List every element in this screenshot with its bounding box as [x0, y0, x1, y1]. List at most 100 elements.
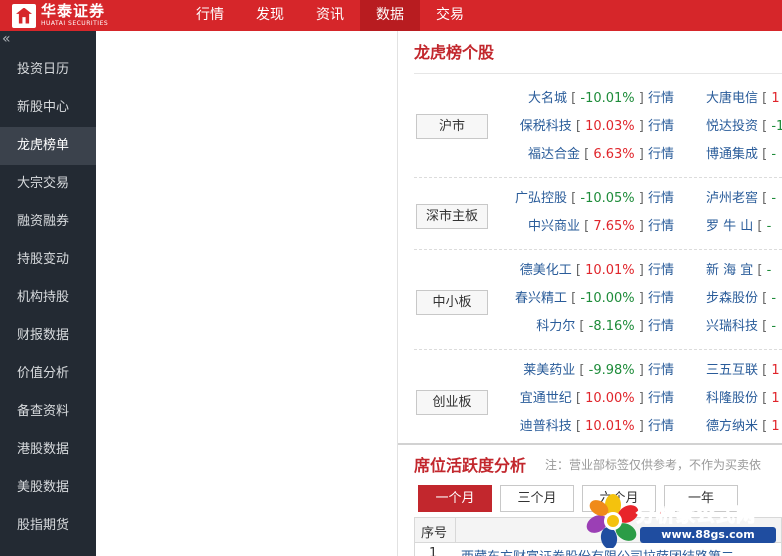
- stock-name[interactable]: 新 海 宜: [706, 263, 753, 278]
- sidebar-item[interactable]: 融资融券: [0, 203, 96, 241]
- bracket-open: [: [758, 119, 772, 134]
- stock-name[interactable]: 广弘控股: [515, 191, 567, 206]
- brand-logo[interactable]: 华泰证券 HUATAI SECURITIES: [12, 2, 122, 29]
- change-percent: 1: [771, 91, 780, 106]
- stock-name[interactable]: 大名城: [528, 91, 567, 106]
- bracket-close: ]: [634, 419, 648, 434]
- bracket-open: [: [575, 319, 589, 334]
- stock-name[interactable]: 博通集成: [706, 147, 758, 162]
- bracket-close: ]: [634, 391, 648, 406]
- sidebar-item[interactable]: 股指期货: [0, 507, 96, 545]
- bracket-open: [: [758, 191, 772, 206]
- sidebar-item[interactable]: 价值分析: [0, 355, 96, 393]
- sidebar-item[interactable]: 财报数据: [0, 317, 96, 355]
- nav-item[interactable]: 交易: [420, 0, 480, 31]
- bracket-open: [: [571, 119, 586, 134]
- quote-link[interactable]: 行情: [648, 263, 674, 278]
- stock-name[interactable]: 三五互联: [706, 363, 758, 378]
- stock-row: 保税科技 [ 10.03% ] 行情: [520, 117, 674, 137]
- nav-item[interactable]: 行情: [180, 0, 240, 31]
- stock-name[interactable]: 春兴精工: [515, 291, 567, 306]
- stock-name[interactable]: 泸州老窖: [706, 191, 758, 206]
- stock-name[interactable]: 兴瑞科技: [706, 319, 758, 334]
- sidebar-item[interactable]: 备查资料: [0, 393, 96, 431]
- watermark: 分析家公式网 www.88gs.com: [580, 490, 780, 552]
- stock-name[interactable]: 大唐电信: [706, 91, 758, 106]
- stock-name[interactable]: 宜通世纪: [520, 391, 572, 406]
- bracket-close: ]: [634, 219, 648, 234]
- quote-link[interactable]: 行情: [648, 319, 674, 334]
- bracket-open: [: [567, 291, 581, 306]
- sidebar: « 投资日历 新股中心 龙虎榜单 大宗交易 融资融券 持股变动 机构持股 财报数据 价值分析 备查…: [0, 31, 96, 556]
- nav-item[interactable]: 数据: [360, 0, 420, 31]
- quote-link[interactable]: 行情: [648, 191, 674, 206]
- divider: [398, 443, 782, 445]
- quote-link[interactable]: 行情: [648, 291, 674, 306]
- sidebar-item[interactable]: 新股中心: [0, 89, 96, 127]
- stock-name[interactable]: 德美化工: [520, 263, 572, 278]
- quote-link[interactable]: 行情: [648, 91, 674, 106]
- bracket-close: ]: [634, 263, 648, 278]
- stock-name[interactable]: 保税科技: [520, 119, 572, 134]
- sidebar-item[interactable]: 持股变动: [0, 241, 96, 279]
- sidebar-item[interactable]: 大宗交易: [0, 165, 96, 203]
- sidebar-item[interactable]: 机构持股: [0, 279, 96, 317]
- watermark-text: 分析家公式网: [635, 504, 757, 527]
- bracket-open: [: [758, 391, 772, 406]
- quote-link[interactable]: 行情: [648, 147, 674, 162]
- lhb-title: 龙虎榜个股: [414, 43, 495, 62]
- change-percent: -: [771, 147, 777, 162]
- change-percent: -: [771, 291, 777, 306]
- seat-note: 注：营业部标签仅供参考，不作为买卖依: [545, 458, 762, 472]
- market-button[interactable]: 沪市: [416, 114, 488, 139]
- stock-row: 福达合金 [ 6.63% ] 行情: [528, 145, 674, 165]
- flower-logo-icon: [586, 494, 639, 548]
- stock-name[interactable]: 科隆股份: [706, 391, 758, 406]
- market-group: 中小板 德美化工 [ 10.01% ] 行情 春兴精工 [ -10.00% ] 行情…: [416, 249, 782, 349]
- stock-name[interactable]: 福达合金: [528, 147, 580, 162]
- quote-link[interactable]: 行情: [648, 119, 674, 134]
- stock-name[interactable]: 悦达投资: [706, 119, 758, 134]
- blank-pane: [96, 31, 398, 556]
- stock-name[interactable]: 中兴商业: [528, 219, 580, 234]
- stock-name[interactable]: 科力尔: [536, 319, 575, 334]
- bracket-close: ]: [634, 363, 648, 378]
- stock-row: 广弘控股 [ -10.05% ] 行情: [515, 189, 674, 209]
- period-tab[interactable]: 一个月: [418, 485, 492, 512]
- market-button[interactable]: 深市主板: [416, 204, 488, 229]
- change-percent: -1: [771, 119, 782, 134]
- quote-link[interactable]: 行情: [648, 219, 674, 234]
- change-percent: -10.05%: [580, 191, 635, 206]
- huatai-logo-icon: [12, 3, 36, 28]
- collapse-sidebar-icon[interactable]: «: [0, 31, 96, 51]
- sidebar-item[interactable]: 龙虎榜单: [0, 127, 96, 165]
- bracket-open: [: [753, 219, 767, 234]
- seat-title: 席位活跃度分析: [414, 456, 527, 475]
- bracket-open: [: [571, 263, 586, 278]
- sidebar-item[interactable]: 港股数据: [0, 431, 96, 469]
- period-tab[interactable]: 三个月: [500, 485, 574, 512]
- stock-name[interactable]: 德方纳米: [706, 419, 758, 434]
- sidebar-item[interactable]: 投资日历: [0, 51, 96, 89]
- stock-row: 大唐电信 [ 1: [706, 89, 780, 109]
- stock-name[interactable]: 莱美药业: [523, 363, 575, 378]
- main-nav: 行情 发现 资讯 数据 交易: [180, 0, 480, 31]
- nav-item[interactable]: 资讯: [300, 0, 360, 31]
- market-button[interactable]: 创业板: [416, 390, 488, 415]
- sidebar-item[interactable]: 美股数据: [0, 469, 96, 507]
- change-percent: 10.03%: [585, 119, 635, 134]
- stock-name[interactable]: 步森股份: [706, 291, 758, 306]
- quote-link[interactable]: 行情: [648, 391, 674, 406]
- sidebar-menu: 投资日历 新股中心 龙虎榜单 大宗交易 融资融券 持股变动 机构持股 财报数据 价值分析 备查资料…: [0, 51, 96, 545]
- change-percent: -8.16%: [588, 319, 635, 334]
- stock-name[interactable]: 迪普科技: [520, 419, 572, 434]
- market-group: 创业板 莱美药业 [ -9.98% ] 行情 宜通世纪 [ 10.00% ] 行情迪…: [416, 349, 782, 449]
- quote-link[interactable]: 行情: [648, 363, 674, 378]
- change-percent: -10.00%: [580, 291, 635, 306]
- market-button[interactable]: 中小板: [416, 290, 488, 315]
- nav-item[interactable]: 发现: [240, 0, 300, 31]
- stock-row: 泸州老窖 [ -: [706, 189, 776, 209]
- stock-name[interactable]: 罗 牛 山: [706, 219, 753, 234]
- quote-link[interactable]: 行情: [648, 419, 674, 434]
- bracket-open: [: [567, 191, 581, 206]
